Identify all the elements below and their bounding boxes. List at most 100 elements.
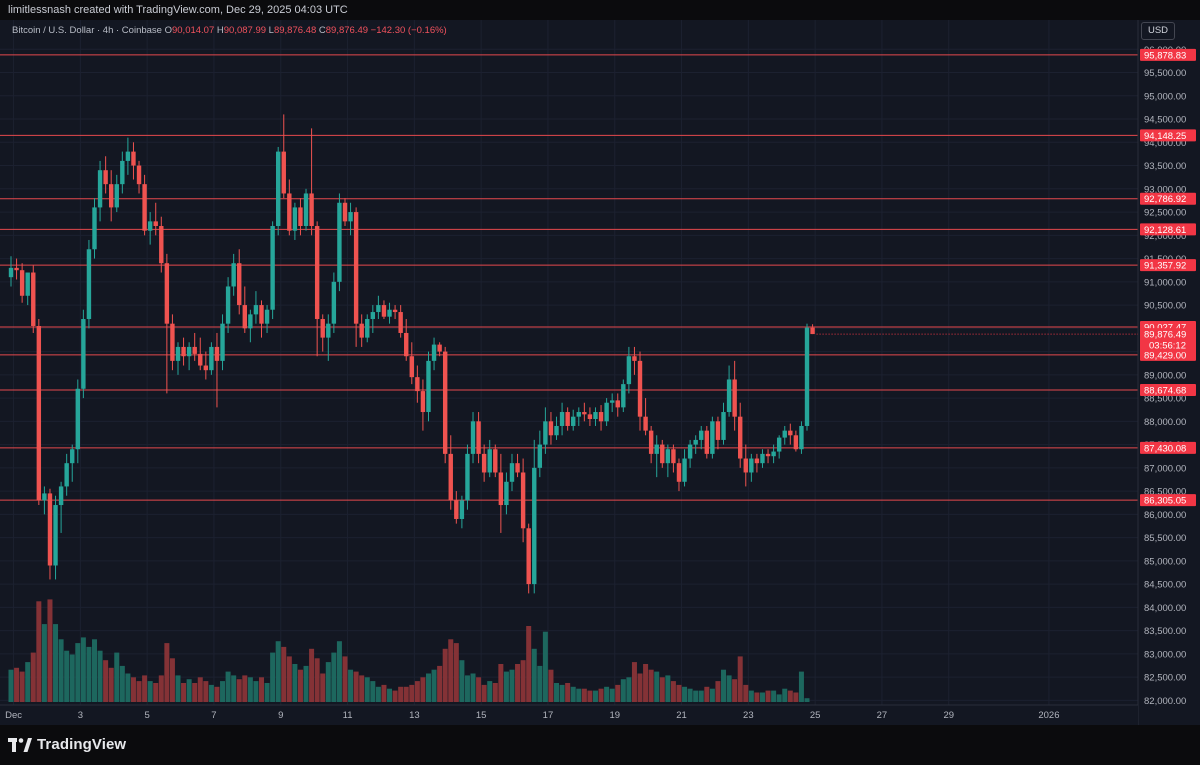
level-price-label[interactable]: 91,357.92 xyxy=(1140,259,1196,272)
volume-bar xyxy=(80,637,86,702)
candle-body xyxy=(253,305,259,315)
volume-bar xyxy=(526,626,532,702)
candle-body xyxy=(431,344,437,361)
volume-bar xyxy=(387,688,393,702)
candle-body xyxy=(409,356,414,378)
candle[interactable] xyxy=(465,444,470,510)
level-price-label[interactable]: 95,878.83 xyxy=(1140,48,1196,62)
candle[interactable] xyxy=(442,346,448,464)
level-price-label[interactable]: 92,128.61 xyxy=(1140,223,1196,236)
candle-body xyxy=(754,458,760,464)
candle-body xyxy=(782,430,787,438)
candle-body xyxy=(587,414,593,420)
volume-bar xyxy=(314,658,320,702)
candle-body xyxy=(392,309,398,313)
volume-bar xyxy=(604,686,610,702)
candle-body xyxy=(532,467,537,585)
level-price-label[interactable]: 94,148.25 xyxy=(1140,129,1196,142)
level-price-label[interactable]: 92,786.92 xyxy=(1140,192,1196,206)
volume-bar xyxy=(420,677,426,702)
brand[interactable]: TradingView xyxy=(8,736,126,753)
candle-body xyxy=(671,449,676,464)
close-value: 89,876.49 xyxy=(325,25,369,36)
candle[interactable] xyxy=(426,351,431,422)
volume-bar xyxy=(41,624,47,702)
volume-bar xyxy=(64,650,70,702)
candle-body xyxy=(203,365,209,371)
candle-body xyxy=(554,425,559,436)
candle[interactable] xyxy=(704,425,710,459)
time-tick-label: 3 xyxy=(78,710,83,721)
chart-background xyxy=(0,20,1200,725)
candle-body xyxy=(142,184,147,231)
candle-body xyxy=(270,226,275,310)
chart-area[interactable]: 82,000.00 82,500.00 83,000.00 83,500.00 84,0… xyxy=(0,20,1200,725)
volume-bar xyxy=(203,681,209,702)
candle-body xyxy=(476,421,481,454)
time-tick-label: 9 xyxy=(278,710,283,721)
candle[interactable] xyxy=(799,421,804,454)
volume-bar xyxy=(437,665,443,702)
candle-body xyxy=(186,346,192,357)
volume-bar xyxy=(587,690,593,702)
candle[interactable] xyxy=(804,323,810,431)
volume-bar xyxy=(292,664,298,702)
symbol-legend: Bitcoin / U.S. Dollar · 4h · Coinbase O9… xyxy=(12,25,447,36)
candle-body xyxy=(170,323,175,361)
candle[interactable] xyxy=(81,309,86,399)
author-stamp: limitlessnash created with TradingView.c… xyxy=(8,4,348,16)
price-tick-label: 85,000.00 xyxy=(1144,556,1186,567)
volume-bar xyxy=(548,669,554,702)
candle[interactable] xyxy=(621,379,626,413)
volume-bar xyxy=(765,690,771,702)
candle[interactable] xyxy=(303,188,309,231)
time-tick-label: 21 xyxy=(676,710,687,721)
candle[interactable] xyxy=(275,146,281,236)
candle[interactable] xyxy=(209,342,214,375)
candle-body xyxy=(721,412,726,440)
volume-bar xyxy=(659,677,665,702)
volume-bar xyxy=(609,688,615,702)
level-price-label[interactable]: 86,305.05 xyxy=(1140,494,1196,507)
candle-body xyxy=(699,430,704,440)
candle[interactable] xyxy=(36,319,42,506)
candle-body xyxy=(14,267,19,271)
level-price-label[interactable]: 87,430.08 xyxy=(1140,441,1196,455)
volume-bar xyxy=(381,684,387,702)
level-price-label[interactable]: 88,674.68 xyxy=(1140,383,1196,397)
candle[interactable] xyxy=(526,523,531,594)
price-tick-label: 90,500.00 xyxy=(1144,301,1186,312)
volume-bar xyxy=(247,677,253,702)
volume-bar xyxy=(75,643,81,702)
candle-body xyxy=(404,332,409,357)
candle[interactable] xyxy=(31,265,36,333)
volume-bar xyxy=(776,694,782,702)
volume-bar xyxy=(153,683,159,702)
volume-bar xyxy=(576,688,582,702)
candle[interactable] xyxy=(710,416,715,459)
currency-button[interactable]: USD xyxy=(1141,22,1175,40)
candle[interactable] xyxy=(86,239,92,329)
time-tick-label: 13 xyxy=(409,710,420,721)
price-tick-label: 89,000.00 xyxy=(1144,370,1186,381)
candle-body xyxy=(621,384,626,408)
candle-body xyxy=(175,346,181,361)
volume-bar xyxy=(637,673,643,702)
price-tick-label: 85,500.00 xyxy=(1144,533,1186,544)
volume-bar xyxy=(236,679,242,702)
volume-bar xyxy=(97,650,103,702)
candle[interactable] xyxy=(270,221,275,320)
candle-body xyxy=(231,263,236,287)
volume-bar xyxy=(648,669,654,702)
volume-bar xyxy=(91,639,97,702)
price-tick-label: 95,500.00 xyxy=(1144,68,1186,79)
volume-bar xyxy=(492,683,498,702)
candle-body xyxy=(810,327,815,335)
candle[interactable] xyxy=(493,444,498,478)
price-chart[interactable]: 82,000.00 82,500.00 83,000.00 83,500.00 84,0… xyxy=(0,20,1200,725)
candle-body xyxy=(303,193,309,227)
candle-body xyxy=(765,453,771,457)
volume-bar xyxy=(14,667,20,702)
candle[interactable] xyxy=(337,193,342,292)
volume-bar xyxy=(398,686,404,702)
